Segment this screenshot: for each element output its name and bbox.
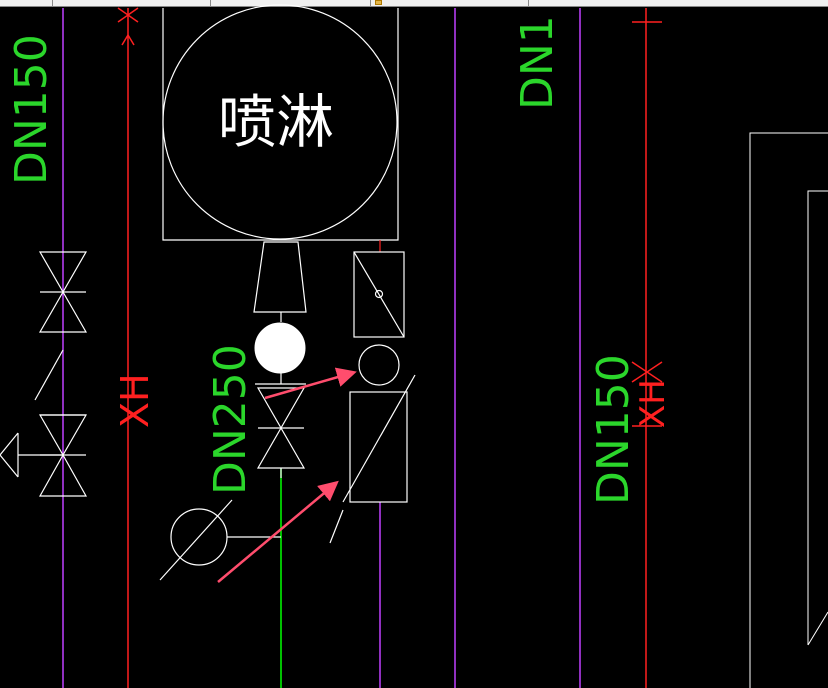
dn250-label: DN250 <box>205 344 256 495</box>
annotation-arrow-upper <box>264 367 357 400</box>
spray-tank-label: 喷淋 <box>218 88 334 156</box>
pipe-break-mark <box>121 34 129 46</box>
cad-drawing-canvas[interactable]: 喷淋 DN150 DN1 DN250 DN150 XH XH <box>0 0 828 688</box>
dn1-label-top: DN1 <box>512 15 563 110</box>
reducer <box>253 241 307 313</box>
signal-valve-lever <box>329 509 344 544</box>
dn150-label-left: DN150 <box>6 34 57 185</box>
sensor-circle <box>358 344 400 386</box>
pump-ball <box>254 322 306 374</box>
signal-valve-box <box>349 391 408 503</box>
frame-outer <box>749 132 828 688</box>
frame-inner <box>807 190 828 645</box>
flow-switch-diagonal <box>353 251 405 338</box>
frame-diagonal <box>807 611 828 646</box>
xh-label-right: XH <box>633 379 673 428</box>
piping-diagram: 喷淋 DN150 DN1 DN250 DN150 XH XH <box>0 4 828 688</box>
signal-valve-diagonal <box>342 374 416 503</box>
dn150-label-mid: DN150 <box>588 354 639 505</box>
valve-link <box>34 349 64 401</box>
pipe-break-mark <box>127 34 135 46</box>
xh-label-left: XH <box>113 373 157 428</box>
annotation-arrow-lower <box>217 480 339 583</box>
branch-arrowhead <box>0 432 19 478</box>
